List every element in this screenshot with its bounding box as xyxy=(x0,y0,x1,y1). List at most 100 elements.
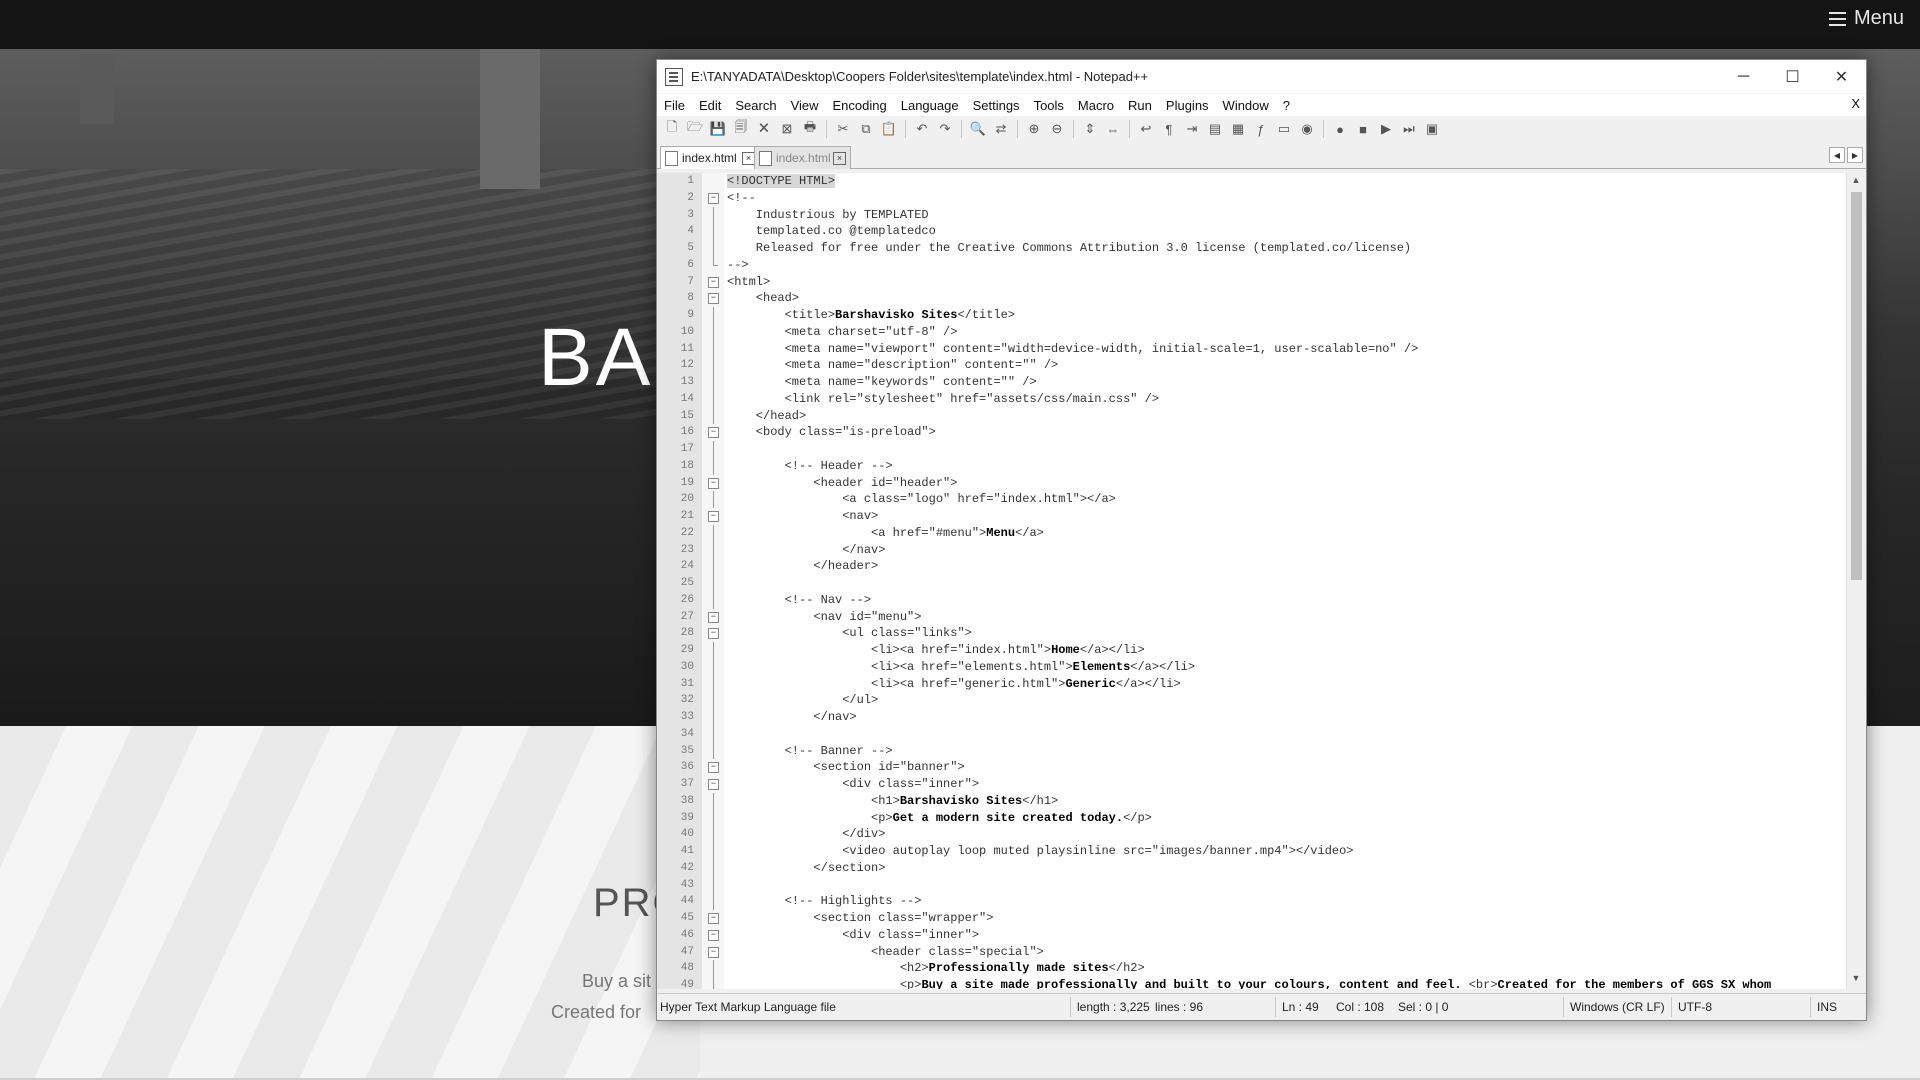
code-line[interactable]: <a href="#menu">Menu</a> xyxy=(724,525,1846,542)
show-all-chars-icon[interactable]: ¶ xyxy=(1159,119,1179,139)
menu-plugins[interactable]: Plugins xyxy=(1159,98,1216,113)
fold-marker[interactable]: − xyxy=(702,475,724,492)
code-line[interactable]: <p>Buy a site made professionally and bu… xyxy=(724,977,1846,989)
fold-marker[interactable] xyxy=(702,709,724,726)
code-line[interactable] xyxy=(724,441,1846,458)
fold-toggle-icon[interactable]: − xyxy=(708,276,719,288)
replace-icon[interactable]: ⇄ xyxy=(991,119,1011,139)
menu-window[interactable]: Window xyxy=(1216,98,1276,113)
fold-marker[interactable]: − xyxy=(702,290,724,307)
code-line[interactable]: <meta name="viewport" content="width=dev… xyxy=(724,341,1846,358)
code-line[interactable]: <header id="header"> xyxy=(724,475,1846,492)
fold-marker[interactable]: − xyxy=(702,910,724,927)
fold-toggle-icon[interactable]: − xyxy=(708,762,719,774)
function-list-icon[interactable]: ƒ xyxy=(1251,119,1271,139)
notepad-app-icon[interactable] xyxy=(665,67,683,86)
new-file-icon[interactable]: 🗋 xyxy=(662,119,682,139)
menu-search[interactable]: Search xyxy=(728,98,783,113)
code-line[interactable]: </head> xyxy=(724,408,1846,425)
fold-marker[interactable] xyxy=(702,859,724,877)
fold-toggle-icon[interactable]: − xyxy=(708,946,719,958)
menu-tools[interactable]: Tools xyxy=(1027,98,1071,113)
fold-marker[interactable]: − xyxy=(702,274,724,291)
fold-marker[interactable]: − xyxy=(702,508,724,525)
fold-marker[interactable] xyxy=(702,843,724,860)
undo-icon[interactable]: ↶ xyxy=(912,119,932,139)
code-line[interactable]: <li><a href="index.html">Home</a></li> xyxy=(724,642,1846,659)
monitor-icon[interactable]: ◉ xyxy=(1297,119,1317,139)
fold-marker[interactable]: − xyxy=(702,625,724,642)
menu-help[interactable]: ? xyxy=(1276,98,1297,113)
menu-encoding[interactable]: Encoding xyxy=(826,98,894,113)
fold-marker[interactable] xyxy=(702,675,724,693)
menu-settings[interactable]: Settings xyxy=(966,98,1027,113)
tab-index-html[interactable]: index.html × xyxy=(754,146,851,169)
code-line[interactable]: <ul class="links"> xyxy=(724,625,1846,642)
site-menu-button[interactable]: Menu xyxy=(1828,7,1904,30)
fold-marker[interactable] xyxy=(702,826,724,843)
code-line[interactable]: <li><a href="generic.html">Generic</a></… xyxy=(724,676,1846,693)
code-line[interactable]: </section> xyxy=(724,860,1846,877)
menu-macro[interactable]: Macro xyxy=(1071,98,1121,113)
fold-marker[interactable] xyxy=(702,524,724,542)
fold-marker[interactable] xyxy=(702,374,724,391)
menu-edit[interactable]: Edit xyxy=(692,98,728,113)
code-line[interactable]: templated.co @templatedco xyxy=(724,223,1846,240)
fold-toggle-icon[interactable]: − xyxy=(708,192,719,204)
code-line[interactable]: <section class="wrapper"> xyxy=(724,910,1846,927)
code-line[interactable] xyxy=(724,575,1846,592)
code-line[interactable]: <meta name="keywords" content="" /> xyxy=(724,374,1846,391)
run-macro-multiple-icon[interactable]: ⏭ xyxy=(1399,119,1419,139)
fold-marker[interactable] xyxy=(702,792,724,810)
code-line[interactable] xyxy=(724,877,1846,894)
fold-marker[interactable] xyxy=(702,240,724,257)
tab-scroll-left-icon[interactable]: ◀ xyxy=(1829,147,1845,163)
code-line[interactable]: <meta charset="utf-8" /> xyxy=(724,324,1846,341)
fold-marker[interactable]: − xyxy=(702,776,724,793)
menu-view[interactable]: View xyxy=(784,98,826,113)
doc-map-icon[interactable]: ▦ xyxy=(1228,119,1248,139)
fold-marker[interactable] xyxy=(702,575,724,592)
code-line[interactable]: <!-- Highlights --> xyxy=(724,893,1846,910)
code-line[interactable]: <h2>Professionally made sites</h2> xyxy=(724,960,1846,977)
cut-icon[interactable]: ✂ xyxy=(833,119,853,139)
copy-icon[interactable]: ⧉ xyxy=(856,119,876,139)
fold-marker[interactable] xyxy=(702,223,724,240)
code-line[interactable]: <div class="inner"> xyxy=(724,927,1846,944)
status-encoding[interactable]: UTF-8 xyxy=(1678,1000,1712,1014)
user-lang-icon[interactable]: ▤ xyxy=(1205,119,1225,139)
fold-toggle-icon[interactable]: − xyxy=(708,611,719,623)
fold-marker[interactable] xyxy=(702,441,724,458)
vertical-scrollbar[interactable]: ▲ ▼ xyxy=(1846,173,1866,989)
close-button[interactable]: ✕ xyxy=(1817,60,1866,93)
code-editor[interactable]: 1 2 3 4 5 6 7 8 9 10 11 12 13 14 15 16 17 18 19 20 21 22 23 24 2… xyxy=(657,173,1866,989)
fold-marker[interactable] xyxy=(702,642,724,659)
fold-marker[interactable] xyxy=(702,960,724,977)
fold-marker[interactable]: − xyxy=(702,759,724,776)
code-line[interactable]: <a class="logo" href="index.html"></a> xyxy=(724,491,1846,508)
code-line[interactable]: <h1>Barshavisko Sites</h1> xyxy=(724,793,1846,810)
tab-scroll-right-icon[interactable]: ▶ xyxy=(1847,147,1863,163)
code-line[interactable]: Industrious by TEMPLATED xyxy=(724,207,1846,224)
close-icon[interactable]: 🗙 xyxy=(754,119,774,139)
code-line[interactable] xyxy=(724,726,1846,743)
indent-guide-icon[interactable]: ⇥ xyxy=(1182,119,1202,139)
open-file-icon[interactable]: 🗁 xyxy=(685,119,705,139)
fold-marker[interactable] xyxy=(702,977,724,989)
tab-close-icon[interactable]: × xyxy=(833,151,846,165)
stop-macro-icon[interactable]: ■ xyxy=(1353,119,1373,139)
fold-marker[interactable] xyxy=(702,357,724,374)
status-insert-mode[interactable]: INS xyxy=(1817,1000,1837,1014)
scroll-up-icon[interactable]: ▲ xyxy=(1850,175,1862,189)
fold-marker[interactable] xyxy=(702,323,724,341)
fold-marker[interactable] xyxy=(702,173,724,190)
minimize-button[interactable]: ─ xyxy=(1719,60,1768,93)
fold-toggle-icon[interactable]: − xyxy=(708,628,719,640)
play-macro-icon[interactable]: ▶ xyxy=(1376,119,1396,139)
code-line[interactable]: <!DOCTYPE HTML> xyxy=(724,173,1846,190)
fold-marker[interactable]: − xyxy=(702,927,724,944)
code-line[interactable]: <video autoplay loop muted playsinline s… xyxy=(724,843,1846,860)
sync-horizontal-icon[interactable]: ⇔ xyxy=(1103,119,1123,139)
code-line[interactable]: <link rel="stylesheet" href="assets/css/… xyxy=(724,391,1846,408)
fold-marker[interactable] xyxy=(702,256,724,274)
